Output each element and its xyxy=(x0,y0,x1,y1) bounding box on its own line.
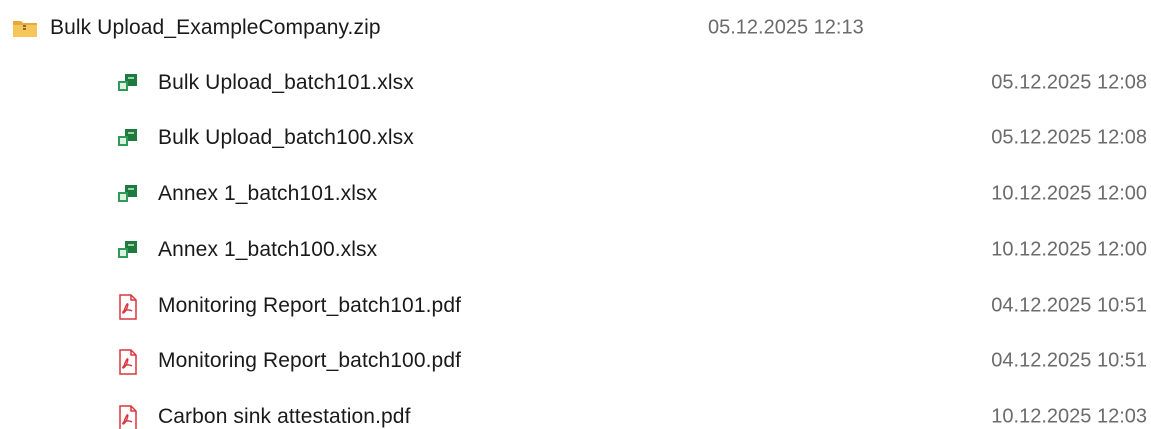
file-date-modified: 10.12.2025 12:00 xyxy=(991,182,1147,205)
file-row[interactable]: Monitoring Report_batch100.pdf 04.12.202… xyxy=(0,333,1151,389)
file-row[interactable]: Annex 1_batch100.xlsx 10.12.2025 12:00 xyxy=(0,222,1151,278)
file-name: Bulk Upload_batch101.xlsx xyxy=(158,71,414,94)
file-name: Annex 1_batch101.xlsx xyxy=(158,182,378,205)
pdf-file-icon xyxy=(116,294,140,320)
file-date-modified: 04.12.2025 10:51 xyxy=(991,349,1147,372)
file-date-modified: 05.12.2025 12:08 xyxy=(991,126,1147,149)
excel-file-icon xyxy=(116,182,140,206)
file-name: Carbon sink attestation.pdf xyxy=(158,405,411,428)
file-date-modified: 10.12.2025 12:03 xyxy=(991,405,1147,428)
zip-folder-icon xyxy=(12,16,37,40)
file-date-modified: 04.12.2025 10:51 xyxy=(991,294,1147,317)
file-name: Monitoring Report_batch100.pdf xyxy=(158,349,462,372)
file-row[interactable]: Carbon sink attestation.pdf 10.12.2025 1… xyxy=(0,389,1151,429)
excel-file-icon xyxy=(116,126,140,150)
file-row[interactable]: Annex 1_batch101.xlsx 10.12.2025 12:00 xyxy=(0,166,1151,222)
file-row[interactable]: Monitoring Report_batch101.pdf 04.12.202… xyxy=(0,278,1151,334)
folder-row[interactable]: Bulk Upload_ExampleCompany.zip 05.12.202… xyxy=(0,0,1151,56)
pdf-file-icon xyxy=(116,405,140,429)
file-date-modified: 05.12.2025 12:08 xyxy=(991,71,1147,94)
folder-name: Bulk Upload_ExampleCompany.zip xyxy=(50,16,381,39)
file-name: Bulk Upload_batch100.xlsx xyxy=(158,126,414,149)
excel-file-icon xyxy=(116,238,140,262)
excel-file-icon xyxy=(116,71,140,95)
file-name: Annex 1_batch100.xlsx xyxy=(158,238,378,261)
file-row[interactable]: Bulk Upload_batch101.xlsx 05.12.2025 12:… xyxy=(0,55,1151,111)
file-explorer-list: Bulk Upload_ExampleCompany.zip 05.12.202… xyxy=(0,0,1151,429)
file-name: Monitoring Report_batch101.pdf xyxy=(158,294,462,317)
file-date-modified: 10.12.2025 12:00 xyxy=(991,238,1147,261)
file-row[interactable]: Bulk Upload_batch100.xlsx 05.12.2025 12:… xyxy=(0,110,1151,166)
folder-date-modified: 05.12.2025 12:13 xyxy=(708,16,864,39)
pdf-file-icon xyxy=(116,349,140,375)
